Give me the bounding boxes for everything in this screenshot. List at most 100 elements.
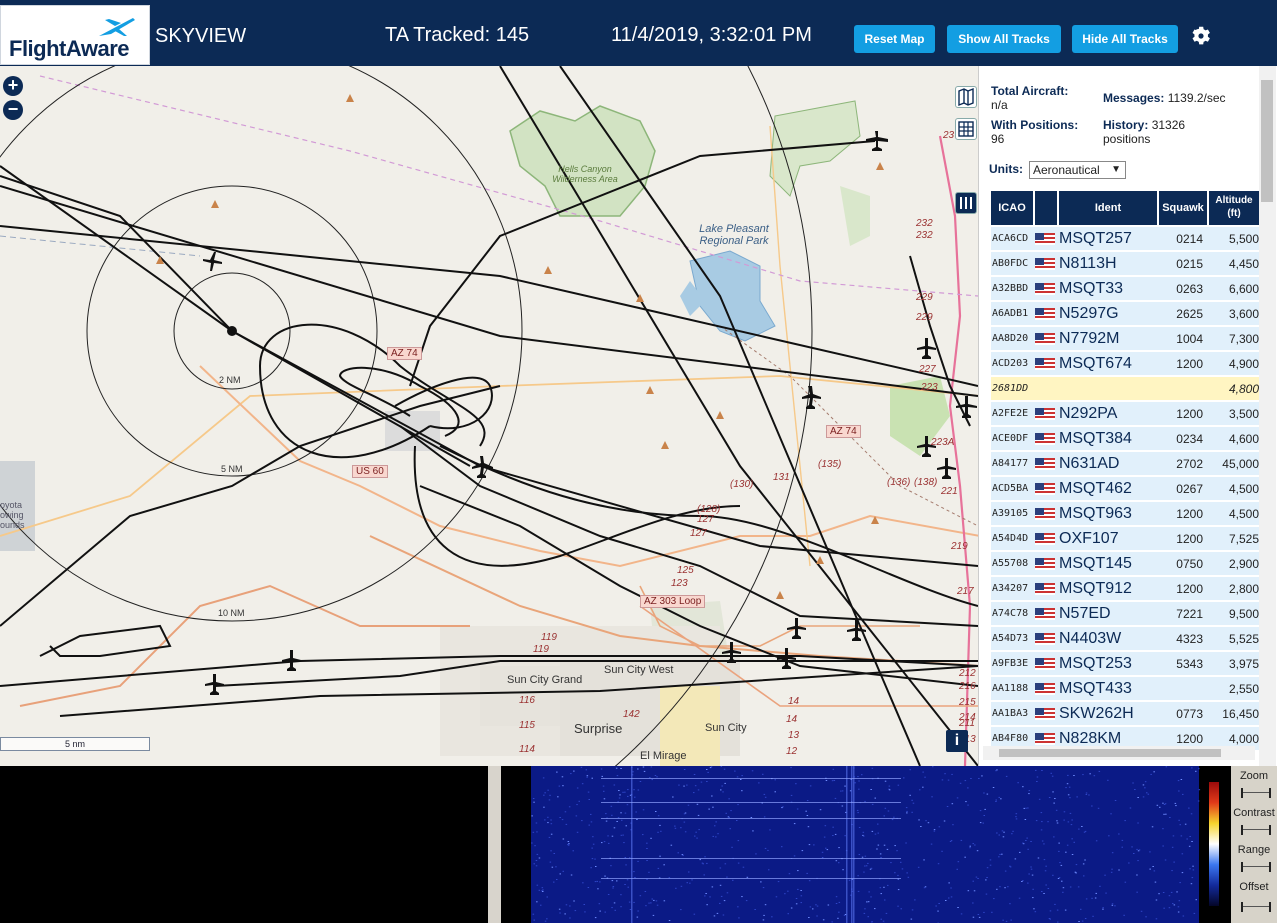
route-number: 131 [773, 472, 790, 483]
table-row[interactable]: A34207 MSQT912 1200 2,800 [991, 577, 1259, 601]
us-flag-icon [1035, 533, 1055, 545]
zoom-out-button[interactable]: − [3, 100, 23, 120]
route-number: 116 [519, 695, 535, 706]
table-row[interactable]: ACD5BA MSQT462 0267 4,500 [991, 477, 1259, 501]
country-flag-cell [1035, 402, 1056, 426]
ident-cell: MSQT674 [1059, 355, 1132, 372]
route-number: 223A [931, 437, 955, 448]
table-row[interactable]: A55708 MSQT145 0750 2,900 [991, 552, 1259, 576]
ident-cell: MSQT433 [1059, 680, 1132, 697]
column-header-icao[interactable]: ICAO [991, 191, 1033, 225]
column-header-flag[interactable] [1035, 191, 1057, 225]
table-row[interactable]: A84177 N631AD 2702 45,000 [991, 452, 1259, 476]
with-positions-label: With Positions: [991, 118, 1079, 132]
altitude-cell: 3,975 [1228, 657, 1259, 671]
app-name: SKYVIEW [155, 25, 247, 47]
color-scale-bar [1209, 782, 1219, 906]
squawk-cell: 2702 [1176, 457, 1203, 471]
offset-slider[interactable] [1241, 902, 1271, 912]
altitude-cell: 2,800 [1228, 582, 1259, 596]
range-slider[interactable] [1241, 862, 1271, 872]
range-ring-label-2nm: 2 NM [219, 375, 241, 385]
route-number: 215 [959, 697, 976, 708]
airplane-logo-icon [99, 18, 135, 36]
altitude-cell: 4,500 [1228, 482, 1259, 496]
table-row[interactable]: 2681DD 4,800 [991, 377, 1259, 401]
info-button[interactable]: i [946, 730, 968, 752]
grid-toggle-button[interactable] [955, 118, 977, 140]
vertical-scroll-thumb[interactable] [1261, 80, 1273, 202]
aircraft-sidebar: Total Aircraft: n/a With Positions: 96 M… [978, 66, 1277, 766]
country-flag-cell [1035, 252, 1056, 276]
route-number: 221 [941, 486, 958, 497]
squawk-cell: 0267 [1176, 482, 1203, 496]
table-row[interactable]: AA1188 MSQT433 2,550 [991, 677, 1259, 701]
columns-toggle-button[interactable] [955, 192, 977, 214]
squawk-cell: 1200 [1176, 357, 1203, 371]
icao-cell: ACD203 [992, 358, 1029, 369]
table-row[interactable]: AB0FDC N8113H 0215 4,450 [991, 252, 1259, 276]
header-bar: FlightAware SKYVIEW TA Tracked: 145 11/4… [0, 0, 1277, 66]
column-header-altitude[interactable]: Altitude (ft) [1209, 191, 1259, 225]
messages-value: 1139.2/sec [1167, 91, 1226, 105]
table-row[interactable]: ACA6CD MSQT257 0214 5,500 [991, 227, 1259, 251]
map-canvas [0, 66, 978, 766]
horizontal-scroll-thumb[interactable] [999, 749, 1221, 757]
table-row[interactable]: A32BBD MSQT33 0263 6,600 [991, 277, 1259, 301]
squawk-cell: 1200 [1176, 532, 1203, 546]
us-flag-icon [1035, 408, 1055, 420]
table-row[interactable]: A54D4D OXF107 1200 7,525 [991, 527, 1259, 551]
squawk-cell: 0263 [1176, 282, 1203, 296]
squawk-cell: 7221 [1176, 607, 1203, 621]
table-row[interactable]: A39105 MSQT963 1200 4,500 [991, 502, 1259, 526]
ident-cell: MSQT462 [1059, 480, 1132, 497]
history-stat: History: 31326 positions [1103, 118, 1185, 146]
table-row[interactable]: A2FE2E N292PA 1200 3,500 [991, 402, 1259, 426]
table-row[interactable]: ACD203 MSQT674 1200 4,900 [991, 352, 1259, 376]
route-number: 142 [623, 709, 640, 720]
table-row[interactable]: A9FB3E MSQT253 5343 3,975 [991, 652, 1259, 676]
zoom-slider[interactable] [1241, 788, 1271, 798]
us-flag-icon [1035, 508, 1055, 520]
country-flag-cell [1035, 652, 1056, 676]
table-row[interactable]: A54D73 N4403W 4323 5,525 [991, 627, 1259, 651]
ident-cell: N7792M [1059, 330, 1120, 347]
route-number: 127 [690, 528, 707, 539]
skyview-app: FlightAware SKYVIEW TA Tracked: 145 11/4… [0, 0, 1277, 923]
panel-divider[interactable] [488, 766, 501, 923]
altitude-cell: 2,900 [1228, 557, 1259, 571]
route-number: 229 [916, 312, 933, 323]
column-header-squawk[interactable]: Squawk [1159, 191, 1207, 225]
units-select[interactable]: Aeronautical ▼ [1029, 161, 1126, 179]
country-flag-cell [1035, 502, 1056, 526]
table-row[interactable]: AA1BA3 SKW262H 0773 16,450 [991, 702, 1259, 726]
table-row[interactable]: ACE0DF MSQT384 0234 4,600 [991, 427, 1259, 451]
show-all-tracks-button[interactable]: Show All Tracks [947, 25, 1061, 53]
ident-cell: MSQT33 [1059, 280, 1124, 297]
zoom-in-button[interactable]: + [3, 76, 23, 96]
reset-map-button[interactable]: Reset Map [854, 25, 935, 53]
table-row[interactable]: A6ADB1 N5297G 2625 3,600 [991, 302, 1259, 326]
waterfall-canvas[interactable] [501, 766, 1231, 923]
flightaware-logo[interactable]: FlightAware [0, 5, 150, 65]
with-positions-stat: With Positions: 96 [991, 118, 1078, 146]
column-header-ident[interactable]: Ident [1059, 191, 1157, 225]
table-row[interactable]: AA8D20 N7792M 1004 7,300 [991, 327, 1259, 351]
altitude-cell: 6,600 [1228, 282, 1259, 296]
us-flag-icon [1035, 583, 1055, 595]
contrast-slider[interactable] [1241, 825, 1271, 835]
squawk-cell: 4323 [1176, 632, 1203, 646]
table-row[interactable]: A74C78 N57ED 7221 9,500 [991, 602, 1259, 626]
map-view[interactable]: + − 2 NM 5 NM 10 NM Hells Canyon Wildern… [0, 66, 978, 766]
us-flag-icon [1035, 683, 1055, 695]
hide-all-tracks-button[interactable]: Hide All Tracks [1072, 25, 1178, 53]
country-flag-cell [1035, 602, 1056, 626]
ident-cell: MSQT912 [1059, 580, 1132, 597]
country-flag-cell [1035, 327, 1056, 351]
us-flag-icon [1035, 708, 1055, 720]
route-number: 13 [788, 730, 800, 741]
gear-icon[interactable] [1189, 24, 1213, 48]
altitude-cell: 3,500 [1228, 407, 1259, 421]
map-layers-button[interactable] [955, 86, 977, 108]
squawk-cell: 1200 [1176, 507, 1203, 521]
